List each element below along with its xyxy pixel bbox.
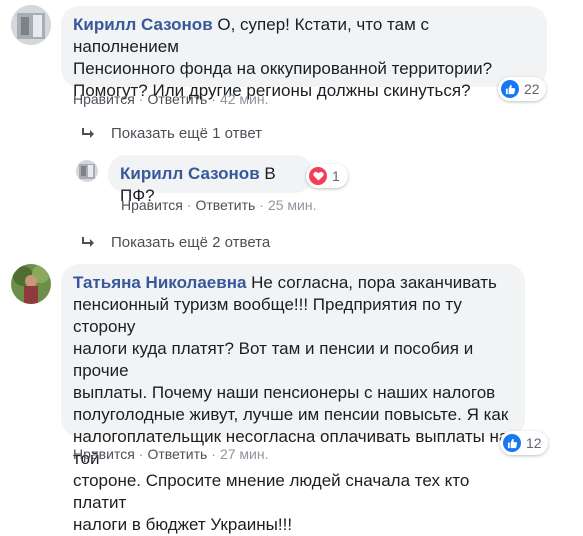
show-more-replies[interactable]: Показать ещё 2 ответа [81, 234, 270, 251]
comment-actions: Нравится · Ответить · 42 мин. [73, 91, 269, 107]
comment-text: налоги в бюджет Украины!!! [73, 515, 293, 534]
comment-time[interactable]: 25 мин. [268, 197, 317, 213]
love-icon [309, 167, 327, 185]
comment-author[interactable]: Кирилл Сазонов [120, 164, 260, 183]
comment-actions: Нравится · Ответить · 25 мин. [121, 197, 317, 213]
comment-bubble: Кирилл Сазонов В ПФ? [108, 155, 313, 205]
comment-text: стороне. Спросите мнение людей сначала т… [73, 471, 470, 512]
comment-bubble: Татьяна Николаевна Не согласна, пора зак… [61, 264, 525, 534]
reaction-count[interactable]: 1 [306, 164, 348, 188]
comment-text: налоги куда платят? Вот там и пенсии и п… [73, 339, 474, 380]
comment-time[interactable]: 27 мин. [220, 446, 269, 462]
reaction-count[interactable]: 22 [498, 77, 546, 101]
show-more-label[interactable]: Показать ещё 1 ответ [111, 125, 262, 142]
comment-author[interactable]: Татьяна Николаевна [73, 273, 246, 292]
like-button[interactable]: Нравится [121, 197, 183, 213]
reaction-number: 22 [524, 81, 540, 97]
comment-text: пенсионный туризм вообще!!! Предприятия … [73, 295, 462, 336]
comment-author[interactable]: Кирилл Сазонов [73, 15, 213, 34]
reply-button[interactable]: Ответить [147, 446, 207, 462]
reaction-number: 12 [526, 435, 542, 451]
comment-actions: Нравится · Ответить · 27 мин. [73, 446, 269, 462]
avatar[interactable] [11, 5, 51, 45]
reaction-number: 1 [332, 168, 340, 184]
comment-bubble: Кирилл Сазонов О, супер! Кстати, что там… [61, 6, 547, 100]
reply-arrow-icon [81, 127, 97, 141]
show-more-replies[interactable]: Показать ещё 1 ответ [81, 125, 262, 142]
avatar[interactable] [76, 160, 98, 182]
reply-button[interactable]: Ответить [147, 91, 207, 107]
comment-text: полуголодные живут, лучше им пенсии повы… [73, 405, 509, 424]
avatar[interactable] [11, 264, 51, 304]
like-button[interactable]: Нравится [73, 446, 135, 462]
like-icon [503, 434, 521, 452]
like-icon [501, 80, 519, 98]
comment-text: Не согласна, пора заканчивать [251, 273, 497, 292]
comment-text: Пенсионного фонда на оккупированной терр… [73, 59, 493, 78]
reply-arrow-icon [81, 236, 97, 250]
show-more-label[interactable]: Показать ещё 2 ответа [111, 234, 270, 251]
reaction-count[interactable]: 12 [500, 431, 548, 455]
comment-text: выплаты. Почему наши пенсионеры с наших … [73, 383, 496, 402]
reply-button[interactable]: Ответить [195, 197, 255, 213]
comment-time[interactable]: 42 мин. [220, 91, 269, 107]
like-button[interactable]: Нравится [73, 91, 135, 107]
